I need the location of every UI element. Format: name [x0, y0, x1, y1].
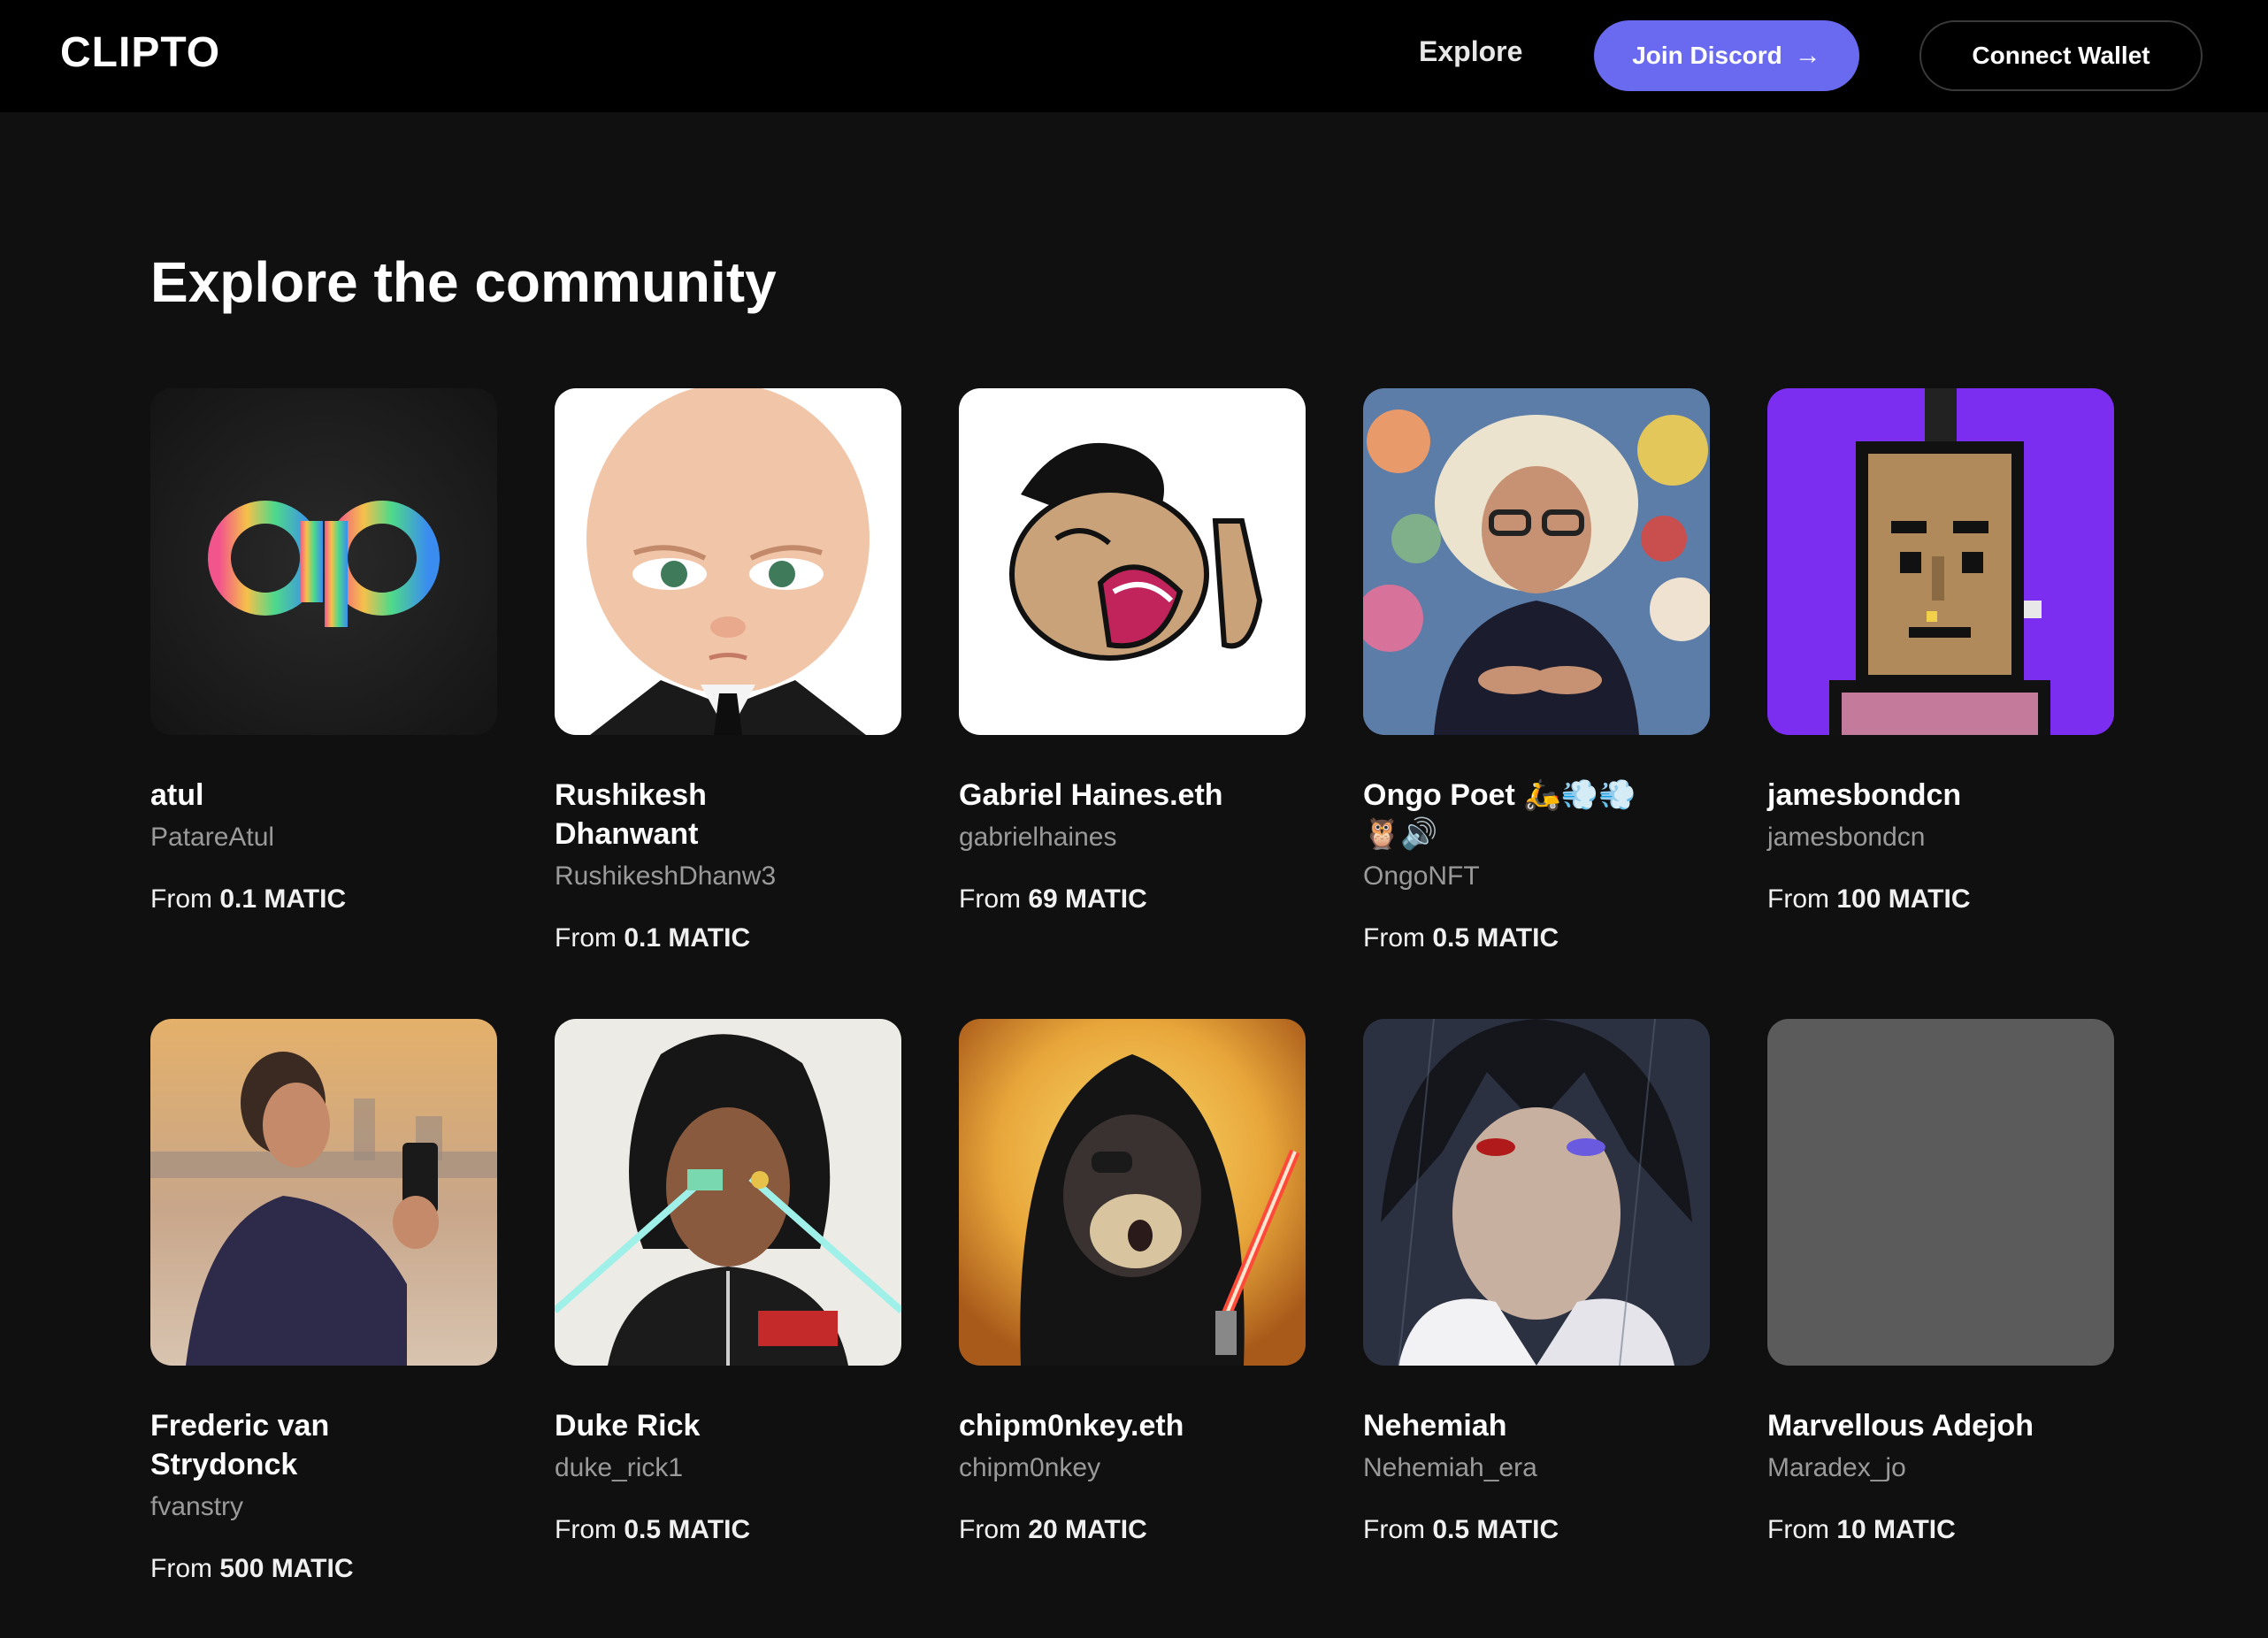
- creator-handle: Maradex_jo: [1767, 1453, 1906, 1482]
- join-discord-button[interactable]: Join Discord →: [1594, 20, 1859, 91]
- creator-name: atul: [150, 778, 204, 812]
- creator-card[interactable]: Marvellous Adejoh Maradex_jo From 10 MAT…: [1767, 1019, 2114, 1638]
- creator-card[interactable]: chipm0nkey.eth chipm0nkey From 20 MATIC: [959, 1019, 1306, 1638]
- creator-price: From 500 MATIC: [150, 1554, 354, 1583]
- creator-card[interactable]: Duke Rick duke_rick1 From 0.5 MATIC: [555, 1019, 901, 1638]
- creator-name: Frederic van Strydonck: [150, 1409, 330, 1481]
- creator-avatar-placeholder[interactable]: [1767, 1019, 2114, 1366]
- clipto-logo[interactable]: CLIPTO: [60, 28, 220, 77]
- creator-handle: PatareAtul: [150, 823, 275, 852]
- creator-price: From 20 MATIC: [959, 1515, 1147, 1544]
- creator-name: Marvellous Adejoh: [1767, 1409, 2034, 1443]
- creator-handle: chipm0nkey: [959, 1453, 1101, 1482]
- creator-card[interactable]: Rushikesh Dhanwant RushikeshDhanw3 From …: [555, 388, 901, 1019]
- join-discord-label: Join Discord: [1632, 42, 1782, 69]
- creator-price: From 100 MATIC: [1767, 884, 1971, 914]
- creator-avatar-hooded-ape[interactable]: [959, 1019, 1306, 1366]
- creator-price: From 0.1 MATIC: [150, 884, 347, 914]
- creator-handle: jamesbondcn: [1767, 823, 1926, 852]
- creator-grid: atul PatareAtul From 0.1 MATIC Rushikesh…: [150, 388, 2114, 1638]
- creator-price: From 0.5 MATIC: [555, 1515, 751, 1544]
- creator-card[interactable]: Frederic van Strydonck fvanstry From 500…: [150, 1019, 497, 1638]
- creator-name: jamesbondcn: [1767, 778, 1962, 812]
- creator-price: From 0.5 MATIC: [1363, 923, 1559, 953]
- creator-avatar-pixel-punk[interactable]: [1767, 388, 2114, 735]
- creator-name: Rushikesh Dhanwant: [555, 778, 707, 851]
- creator-handle: OngoNFT: [1363, 861, 1480, 891]
- creator-handle: Nehemiah_era: [1363, 1453, 1537, 1482]
- creator-handle: fvanstry: [150, 1492, 244, 1521]
- creator-card[interactable]: Gabriel Haines.eth gabrielhaines From 69…: [959, 388, 1306, 1019]
- creator-price: From 69 MATIC: [959, 884, 1147, 914]
- creator-handle: duke_rick1: [555, 1453, 684, 1482]
- creator-avatar-anime-character[interactable]: [555, 1019, 901, 1366]
- creator-card[interactable]: Ongo Poet 🛵💨💨🦉🔊 OngoNFT From 0.5 MATIC: [1363, 388, 1710, 1019]
- creator-avatar-cartoon-face[interactable]: [959, 388, 1306, 735]
- creator-name: Ongo Poet 🛵💨💨🦉🔊: [1363, 778, 1636, 851]
- creator-avatar-white-wig-portrait[interactable]: [1363, 388, 1710, 735]
- creator-avatar-ap-logo[interactable]: [150, 388, 497, 735]
- creator-name: Gabriel Haines.eth: [959, 778, 1223, 812]
- creator-name: Nehemiah: [1363, 1409, 1507, 1443]
- creator-handle: RushikeshDhanw3: [555, 861, 777, 891]
- creator-card[interactable]: Nehemiah Nehemiah_era From 0.5 MATIC: [1363, 1019, 1710, 1638]
- top-navbar: CLIPTO Explore Join Discord → Connect Wa…: [0, 0, 2268, 112]
- creator-price: From 10 MATIC: [1767, 1515, 1956, 1544]
- creator-avatar-boss-baby[interactable]: [555, 388, 901, 735]
- page-title: Explore the community: [150, 250, 777, 314]
- creator-card[interactable]: atul PatareAtul From 0.1 MATIC: [150, 388, 497, 1019]
- creator-avatar-man-with-phone[interactable]: [150, 1019, 497, 1366]
- arrow-right-icon: →: [1794, 41, 1821, 70]
- creator-price: From 0.1 MATIC: [555, 923, 751, 953]
- connect-wallet-button[interactable]: Connect Wallet: [1919, 20, 2203, 91]
- nav-explore-link[interactable]: Explore: [1419, 35, 1522, 68]
- creator-name: chipm0nkey.eth: [959, 1409, 1184, 1443]
- creator-handle: gabrielhaines: [959, 823, 1117, 852]
- creator-price: From 0.5 MATIC: [1363, 1515, 1559, 1544]
- creator-card[interactable]: jamesbondcn jamesbondcn From 100 MATIC: [1767, 388, 2114, 1019]
- creator-avatar-anime-portrait[interactable]: [1363, 1019, 1710, 1366]
- creator-name: Duke Rick: [555, 1409, 701, 1443]
